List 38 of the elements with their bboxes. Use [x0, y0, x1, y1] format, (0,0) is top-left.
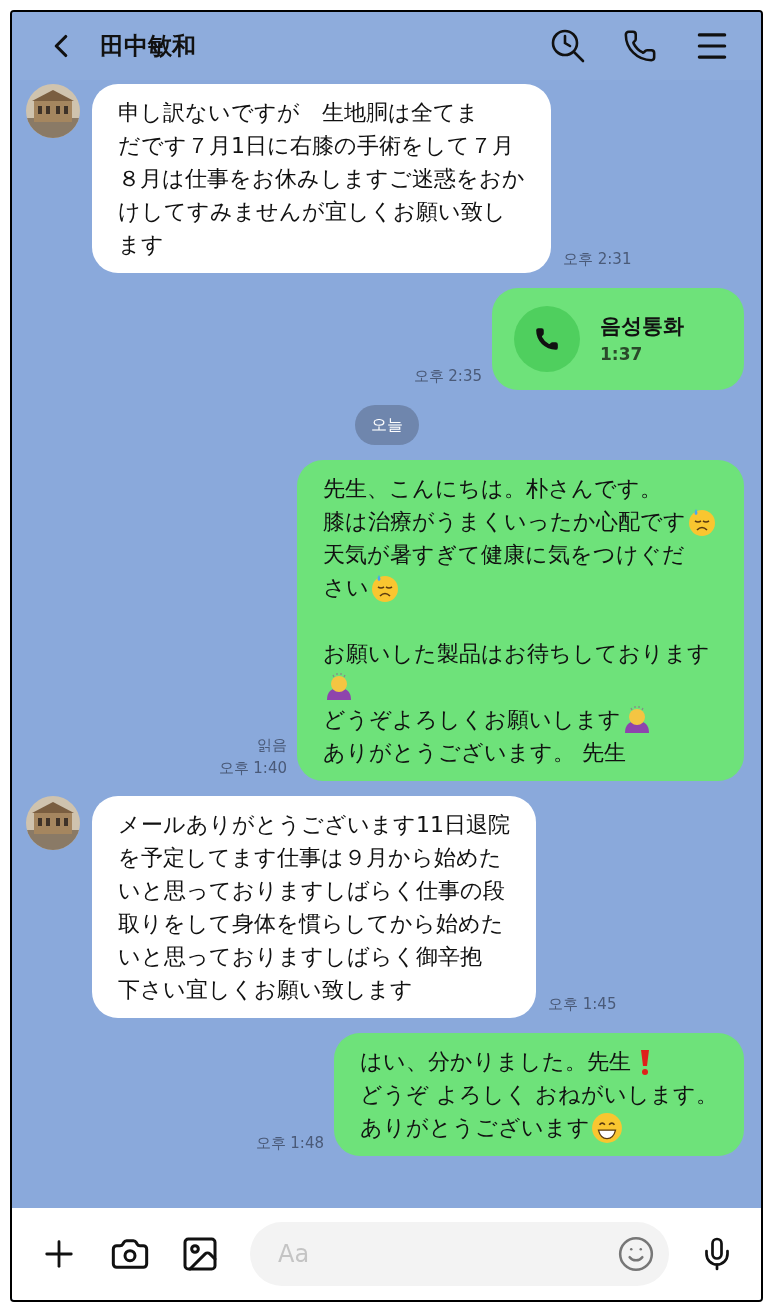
grinning-face-icon [591, 1111, 623, 1144]
message-text: けしてすみませんが宜しくお願い致し [118, 198, 506, 226]
message-text: いと思っておりますしばらく御辛抱 [118, 943, 482, 971]
message-text: お願いした製品はお待ちしております [323, 640, 710, 668]
message-text: を予定してます仕事は９月から始めた [118, 844, 502, 872]
message-text: いと思っておりますしばらく仕事の段 [118, 877, 505, 905]
read-receipt: 읽음 [257, 735, 287, 756]
message-text: ありがとうございます。 先生 [323, 739, 626, 767]
message-time: 오후 2:35 [413, 367, 482, 385]
chat-title: 田中敏和 [100, 31, 197, 62]
message-time: 오후 1:48 [255, 1132, 324, 1154]
message-text: どうぞ よろしく おねがいします。 [360, 1081, 718, 1109]
message-time: 오후 2:31 [563, 250, 632, 268]
search-icon[interactable] [549, 27, 587, 65]
message-time: 오후 1:45 [548, 995, 617, 1013]
message-text: どうぞよろしくお願いします [323, 706, 621, 734]
message-text: さい [323, 574, 369, 602]
call-icon[interactable] [623, 29, 657, 63]
message-text: 取りをして身体を慣らしてから始めた [118, 910, 504, 938]
message-text: はい、分かりました。先生 [360, 1048, 632, 1076]
message-text: 膝は治療がうまくいったか心配です [323, 508, 686, 536]
message-text: 先生、こんにちは。朴さんです。 [323, 475, 662, 503]
message-text: ありがとうございます [360, 1114, 590, 1142]
call-duration: 1:37 [600, 343, 644, 366]
message-text: 申し訳ないですが 生地胴は全てま [118, 99, 479, 127]
message-time: 오후 1:40 [218, 757, 287, 779]
message-text: ８月は仕事をお休みしますご迷惑をおか [118, 165, 525, 193]
message-text: 天気が暑すぎて健康に気をつけぐだ [323, 541, 685, 569]
message-text: だです７月1日に右膝の手術をして７月 [118, 132, 514, 160]
call-bubble[interactable]: 음성통화 1:37 [492, 288, 744, 390]
bowing-person-icon [324, 671, 354, 702]
message-text: 下さい宜しくお願い致します [118, 976, 413, 1004]
message-text: メールありがとうございます11日退院 [118, 811, 510, 839]
emoji-icon[interactable] [617, 1235, 655, 1273]
message-text: ます [118, 231, 164, 259]
exclamation-icon [638, 1047, 652, 1076]
bowing-person-icon [622, 704, 652, 735]
call-label: 음성통화 [600, 312, 684, 340]
